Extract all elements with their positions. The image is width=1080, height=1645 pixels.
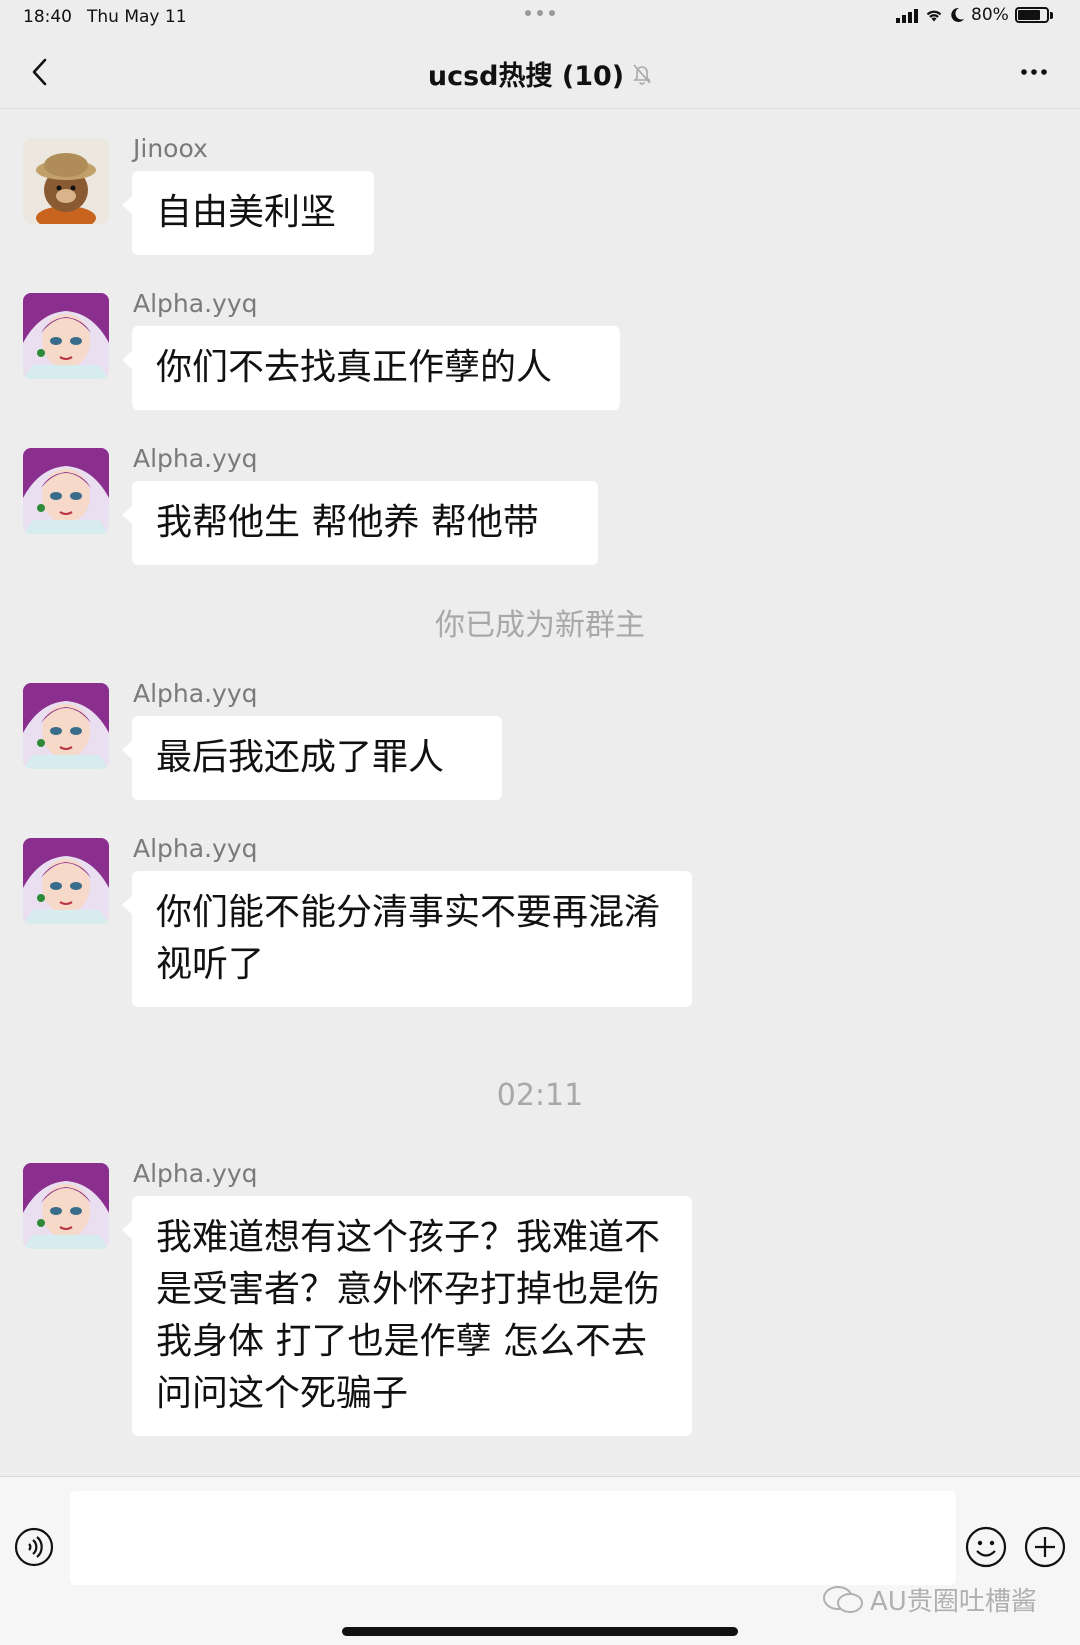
sender-name: Alpha.yyq [133,679,258,708]
bear-avatar-icon [23,138,109,224]
chat-title-area: ucsd热搜 (10) [0,54,1080,93]
anime-avatar-icon [23,1163,109,1249]
message-bubble[interactable]: 你们能不能分清事实不要再混淆视听了 [122,871,692,1007]
chat-screen: 18:40 Thu May 11 80% ucsd热搜 (10) Jinoox … [0,0,1080,1645]
wifi-icon [926,10,942,22]
avatar[interactable] [23,683,109,769]
avatar[interactable] [23,293,109,379]
moon-icon [951,7,964,22]
wechat-logo-icon [823,1585,863,1613]
sender-name: Alpha.yyq [133,834,258,863]
emoji-icon[interactable] [965,1526,1007,1568]
watermark: AU贵圈吐槽酱 [822,1581,1037,1618]
message-bubble[interactable]: 最后我还成了罪人 [122,716,502,800]
message-bubble[interactable]: 我帮他生 帮他养 帮他带 [122,481,598,565]
message-input[interactable] [70,1491,956,1585]
home-indicator[interactable] [342,1627,738,1636]
message-bubble[interactable]: 你们不去找真正作孽的人 [122,326,620,410]
avatar[interactable] [23,838,109,924]
avatar[interactable] [23,1163,109,1249]
system-notice: 你已成为新群主 [435,608,645,643]
sender-name: Alpha.yyq [133,444,258,473]
status-indicators: 80% [896,5,1053,25]
sender-name: Alpha.yyq [133,289,258,318]
anime-avatar-icon [23,683,109,769]
input-bar: AU贵圈吐槽酱 [0,1476,1080,1645]
chat-header: ucsd热搜 (10) [0,36,1080,109]
sender-name: Jinoox [133,134,208,163]
mute-bell-icon [633,63,652,85]
anime-avatar-icon [23,293,109,379]
more-icon[interactable] [1016,60,1052,84]
watermark-text: AU贵圈吐槽酱 [870,1587,1037,1617]
status-date: Thu May 11 [87,7,187,27]
sender-name: Alpha.yyq [133,1159,258,1188]
message-bubble[interactable]: 自由美利坚 [122,171,374,255]
avatar[interactable] [23,448,109,534]
status-time: 18:40 [23,7,72,27]
battery-percent: 80% [971,5,1009,25]
message-bubble[interactable]: 我难道想有这个孩子？我难道不是受害者？意外怀孕打掉也是伤我身体 打了也是作孽 怎… [122,1196,692,1436]
voice-icon[interactable] [14,1527,54,1567]
battery-icon [1014,7,1053,23]
plus-icon[interactable] [1024,1526,1066,1568]
avatar[interactable] [23,138,109,224]
status-bar: 18:40 Thu May 11 80% [0,0,1080,36]
cellular-signal-icon [896,7,918,23]
timestamp: 02:11 [496,1078,584,1113]
anime-avatar-icon [23,838,109,924]
page-title: ucsd热搜 (10) [427,61,625,92]
multitask-dots-icon[interactable] [525,10,555,16]
anime-avatar-icon [23,448,109,534]
